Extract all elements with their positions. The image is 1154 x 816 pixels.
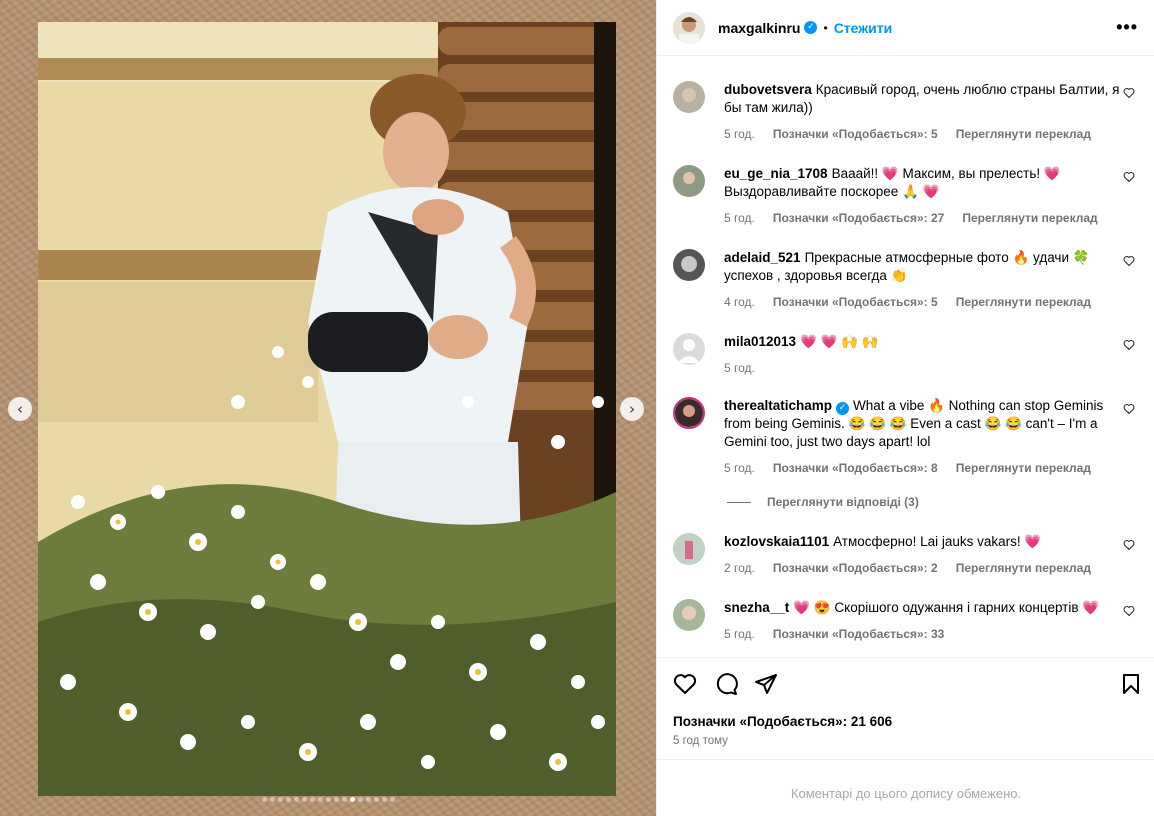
more-options-icon[interactable]: •••: [1116, 17, 1138, 38]
save-bookmark-icon[interactable]: [1119, 672, 1143, 696]
carousel-dot: [301, 797, 307, 802]
comment-time[interactable]: 5 год.: [724, 359, 755, 377]
follow-button[interactable]: Стежити: [834, 20, 893, 36]
comment-username[interactable]: snezha__t: [724, 600, 789, 615]
carousel-dot: [277, 797, 283, 802]
carousel-dot: [373, 797, 379, 802]
like-comment-heart-icon[interactable]: [1123, 403, 1135, 415]
comment-username[interactable]: adelaid_521: [724, 250, 801, 265]
carousel-dot: [261, 797, 267, 802]
chevron-left-icon: ‹: [17, 400, 23, 418]
comment-item: adelaid_521 Прекрасные атмосферные фото 🔥…: [673, 249, 1139, 311]
action-icons-row: [657, 658, 1154, 712]
verified-badge-icon: ✓: [804, 21, 818, 34]
comment-item: therealtatichamp ✓ What a vibe 🔥 Nothing c…: [673, 397, 1139, 477]
comment-username[interactable]: therealtatichamp: [724, 398, 832, 413]
commenter-avatar[interactable]: [673, 81, 705, 113]
comment-username[interactable]: mila012013: [724, 334, 796, 349]
verified-badge-icon: ✓: [836, 402, 850, 415]
like-comment-heart-icon[interactable]: [1123, 87, 1135, 99]
carousel-dot: [269, 797, 275, 802]
carousel-dot: [389, 797, 395, 802]
comment-likes[interactable]: Позначки «Подобається»: 5: [773, 293, 938, 311]
carousel-dot: [309, 797, 315, 802]
comment-username[interactable]: eu_ge_nia_1708: [724, 166, 828, 181]
comment-text: 💗 💗 🙌 🙌: [800, 334, 879, 349]
carousel-dot: [365, 797, 371, 802]
translate-link[interactable]: Переглянути переклад: [962, 209, 1097, 227]
carousel-indicator: [0, 797, 656, 802]
post-header: maxgalkinru ✓ • Стежити •••: [657, 0, 1154, 56]
avatar[interactable]: [673, 11, 705, 44]
like-comment-heart-icon[interactable]: [1123, 539, 1135, 551]
post-media-area: ‹ ›: [0, 0, 656, 816]
comment-likes[interactable]: Позначки «Подобається»: 27: [773, 209, 944, 227]
translate-link[interactable]: Переглянути переклад: [956, 293, 1091, 311]
comment-bubble-icon[interactable]: [714, 672, 738, 696]
comment-time[interactable]: 5 год.: [724, 459, 755, 477]
comment-time[interactable]: 5 год.: [724, 625, 755, 643]
carousel-dot: [357, 797, 363, 802]
carousel-dot: [333, 797, 339, 802]
like-comment-heart-icon[interactable]: [1123, 605, 1135, 617]
comment-item: kozlovskaia1101 Атмосферно! Lai jauks vak…: [673, 533, 1139, 577]
carousel-dot: [341, 797, 347, 802]
carousel-dot: [381, 797, 387, 802]
comment-item: dubovetsvera Красивый город, очень люблю …: [673, 81, 1139, 143]
comments-limited-notice: Коментарі до цього допису обмежено.: [657, 759, 1154, 816]
carousel-dot: [293, 797, 299, 802]
translate-link[interactable]: Переглянути переклад: [956, 559, 1091, 577]
view-replies-button[interactable]: Переглянути відповіді (3): [727, 495, 919, 509]
comment-time[interactable]: 2 год.: [724, 559, 755, 577]
comment-item: eu_ge_nia_1708 Вааай!! 💗 Максим, вы преле…: [673, 165, 1139, 227]
post-actions: Позначки «Подобається»: 21 606 5 год том…: [657, 657, 1154, 747]
comment-username[interactable]: dubovetsvera: [724, 82, 812, 97]
commenter-avatar[interactable]: [673, 249, 705, 281]
comment-likes[interactable]: Позначки «Подобається»: 2: [773, 559, 938, 577]
commenter-avatar[interactable]: [673, 599, 705, 631]
commenter-avatar[interactable]: [673, 533, 705, 565]
like-heart-icon[interactable]: [673, 672, 697, 696]
comment-time[interactable]: 4 год.: [724, 293, 755, 311]
chevron-right-icon: ›: [629, 400, 635, 418]
carousel-dot: [317, 797, 323, 802]
like-comment-heart-icon[interactable]: [1123, 339, 1135, 351]
carousel-prev-button[interactable]: ‹: [8, 397, 32, 421]
comments-list: dubovetsvera Красивый город, очень люблю …: [657, 57, 1154, 657]
carousel-dot: [349, 797, 355, 802]
comment-item: mila012013 💗 💗 🙌 🙌 5 год.: [673, 333, 1139, 377]
separator-dot: •: [823, 20, 828, 35]
comment-username[interactable]: kozlovskaia1101: [724, 534, 829, 549]
comment-time[interactable]: 5 год.: [724, 125, 755, 143]
carousel-dot: [325, 797, 331, 802]
post-author-username[interactable]: maxgalkinru: [718, 20, 800, 36]
post-photo[interactable]: [38, 22, 616, 796]
comment-text: Атмосферно! Lai jauks vakars! 💗: [833, 534, 1042, 549]
carousel-dot: [285, 797, 291, 802]
like-comment-heart-icon[interactable]: [1123, 255, 1135, 267]
replies-divider: [727, 501, 751, 503]
commenter-avatar[interactable]: [673, 165, 705, 197]
post-timestamp[interactable]: 5 год тому: [673, 735, 728, 747]
comment-likes[interactable]: Позначки «Подобається»: 33: [773, 625, 944, 643]
comment-likes[interactable]: Позначки «Подобається»: 8: [773, 459, 938, 477]
post-likes-count[interactable]: Позначки «Подобається»: 21 606: [673, 714, 892, 729]
post-details-panel: maxgalkinru ✓ • Стежити ••• dubovetsvera…: [656, 0, 1154, 816]
translate-link[interactable]: Переглянути переклад: [956, 459, 1091, 477]
carousel-next-button[interactable]: ›: [620, 397, 644, 421]
commenter-avatar-default[interactable]: [673, 333, 705, 365]
like-comment-heart-icon[interactable]: [1123, 171, 1135, 183]
translate-link[interactable]: Переглянути переклад: [956, 125, 1091, 143]
view-replies-label: Переглянути відповіді (3): [767, 495, 919, 509]
comment-text: 💗 😍 Скорішого одужання і гарних концерті…: [793, 600, 1100, 615]
comment-time[interactable]: 5 год.: [724, 209, 755, 227]
share-paper-plane-icon[interactable]: [754, 672, 778, 696]
comment-item: snezha__t 💗 😍 Скорішого одужання і гарних…: [673, 599, 1139, 643]
comment-likes[interactable]: Позначки «Подобається»: 5: [773, 125, 938, 143]
commenter-avatar[interactable]: [673, 397, 705, 429]
